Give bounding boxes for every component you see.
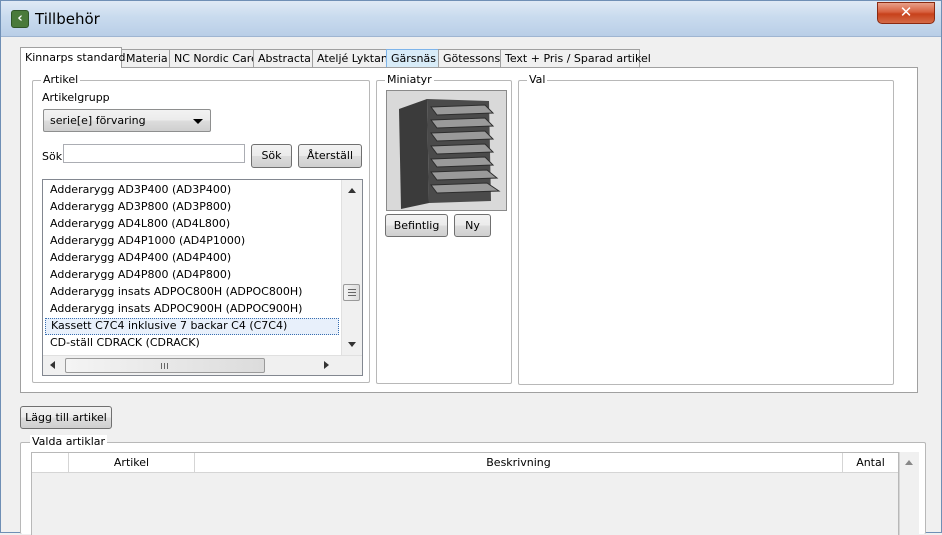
tab-abstracta[interactable]: Abstracta [253, 49, 313, 68]
artikel-group-title: Artikel [41, 73, 81, 87]
artikelgrupp-label: Artikelgrupp [42, 91, 110, 104]
list-item[interactable]: Adderarygg AD4P1000 (AD4P1000) [45, 233, 339, 250]
artikelgrupp-value: serie[e] förvaring [50, 114, 146, 127]
selected-articles-table[interactable]: Artikel Beskrivning Antal [31, 452, 899, 535]
chevron-down-icon [193, 119, 203, 124]
miniatyr-group-title: Miniatyr [385, 73, 434, 87]
list-item[interactable]: Adderarygg insats ADPOC800H (ADPOC800H) [45, 284, 339, 301]
product-thumbnail [386, 90, 507, 211]
close-button[interactable]: ✕ [877, 2, 935, 24]
table-vertical-scrollbar[interactable] [899, 452, 919, 535]
column-header-beskrivning[interactable]: Beskrivning [195, 453, 843, 473]
befintlig-button[interactable]: Befintlig [385, 214, 448, 237]
list-item[interactable]: Adderarygg AD3P800 (AD3P800) [45, 199, 339, 216]
tab-nc-nordic-care[interactable]: NC Nordic Care [169, 49, 258, 68]
scroll-left-icon[interactable] [50, 361, 55, 369]
tab-gotessons[interactable]: Götessons [438, 49, 501, 68]
artikelgrupp-select[interactable]: serie[e] förvaring [43, 109, 211, 132]
list-item[interactable]: Adderarygg insats ADPOC900H (ADPOC900H) [45, 301, 339, 318]
scroll-down-icon[interactable] [348, 342, 356, 347]
scroll-up-icon[interactable] [348, 188, 356, 193]
vertical-scrollbar[interactable] [341, 180, 362, 355]
valda-artiklar-group: Valda artiklar Artikel Beskrivning Antal [20, 435, 926, 535]
window-title: Tillbehör [35, 10, 100, 28]
add-article-button[interactable]: Lägg till artikel [20, 406, 112, 429]
dialog-window: ‹ Tillbehör ✕ Kinnarps standard Materia … [0, 0, 942, 535]
tab-atelje-lyktan[interactable]: Ateljé Lyktan [312, 49, 388, 68]
column-header-blank[interactable] [32, 453, 69, 473]
list-item[interactable]: Adderarygg AD4L800 (AD4L800) [45, 216, 339, 233]
column-header-antal[interactable]: Antal [843, 453, 898, 473]
tab-garsnas[interactable]: Gärsnäs [386, 49, 439, 68]
tab-materia[interactable]: Materia [121, 49, 170, 68]
ny-button[interactable]: Ny [454, 214, 491, 237]
tab-panel: Artikel Artikelgrupp serie[e] förvaring … [20, 67, 918, 393]
tab-kinnarps-standard[interactable]: Kinnarps standard [20, 47, 125, 68]
list-item[interactable]: CD-ställ CDRACK (CDRACK) [45, 335, 339, 352]
horizontal-scrollbar[interactable] [43, 355, 362, 375]
miniatyr-group: Miniatyr Befintlig Ny [376, 73, 512, 384]
document-tray-image [387, 91, 506, 210]
reset-button[interactable]: Återställ [298, 144, 362, 168]
title-bar[interactable]: ‹ Tillbehör ✕ [1, 1, 941, 37]
scroll-right-icon[interactable] [324, 361, 329, 369]
list-item[interactable]: Adderarygg AD4P400 (AD4P400) [45, 250, 339, 267]
list-item-selected[interactable]: Kassett C7C4 inklusive 7 backar C4 (C7C4… [45, 318, 339, 335]
valda-artiklar-title: Valda artiklar [30, 435, 108, 449]
search-input[interactable] [63, 144, 245, 163]
scroll-up-icon[interactable] [905, 460, 913, 465]
artikel-group: Artikel Artikelgrupp serie[e] förvaring … [32, 73, 370, 383]
vertical-scroll-thumb[interactable] [343, 284, 360, 301]
val-group-title: Val [527, 73, 548, 87]
tab-text-pris-sparad[interactable]: Text + Pris / Sparad artikel [500, 49, 651, 68]
search-button[interactable]: Sök [251, 144, 292, 168]
article-listbox[interactable]: Adderarygg AD3P400 (AD3P400) Adderarygg … [42, 179, 363, 376]
sok-label: Sök [42, 150, 63, 163]
app-back-icon: ‹ [11, 10, 29, 28]
horizontal-scroll-thumb[interactable] [65, 358, 265, 373]
list-item[interactable]: Adderarygg AD4P800 (AD4P800) [45, 267, 339, 284]
list-item[interactable]: Adderarygg AD3P400 (AD3P400) [45, 182, 339, 199]
column-header-artikel[interactable]: Artikel [69, 453, 195, 473]
val-group: Val [518, 73, 894, 385]
